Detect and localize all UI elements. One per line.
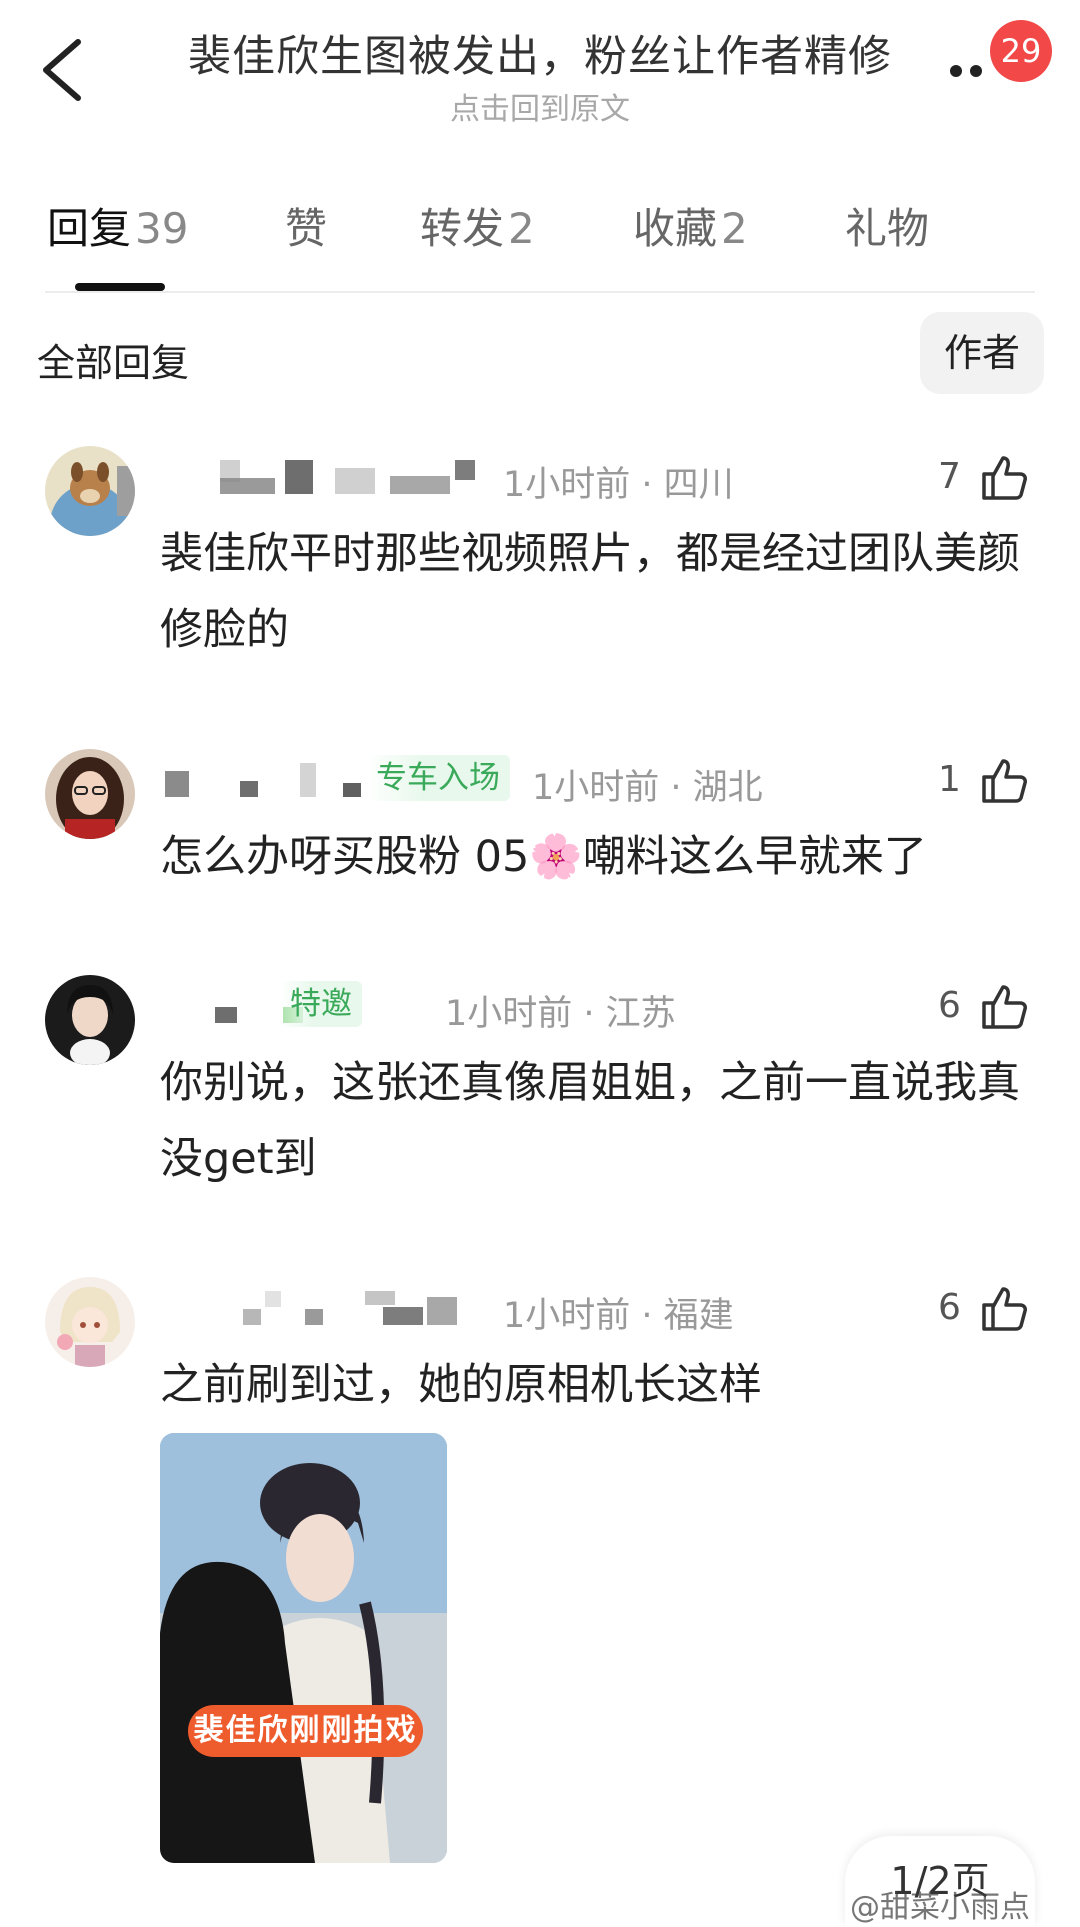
tab-count: 2 [721,204,748,253]
back-to-original-link[interactable]: 点击回到原文 [150,84,930,128]
page-title[interactable]: 裴佳欣生图被发出，粉丝让作者精修 [150,22,930,84]
like-count: 6 [938,1287,961,1328]
back-arrow-icon[interactable] [30,30,100,110]
thumbs-up-icon[interactable] [978,1283,1030,1335]
comment-location: 四川 [663,465,734,505]
like-count: 1 [938,759,961,800]
like-count: 6 [938,985,961,1026]
tab-label: 回复 [47,204,132,253]
tab-gifts[interactable]: 礼物 [845,195,929,256]
tab-replies[interactable]: 回复39 [47,195,188,256]
comment-text: 你别说，这张还真像眉姐姐，之前一直说我真没get到 [160,1058,1020,1184]
avatar[interactable] [45,975,135,1065]
watermark: @甜菜小雨点 [850,1890,1030,1925]
all-replies-label: 全部回复 [37,341,190,385]
tab-reposts[interactable]: 转发2 [420,195,535,256]
comment-text: 裴佳欣平时那些视频照片，都是经过团队美颜修脸的 [160,529,1020,655]
tab-label: 转发 [420,204,505,253]
comment-meta: 1小时前 · 江苏 [445,994,676,1034]
active-tab-indicator [75,283,165,291]
tab-count: 2 [508,204,535,253]
avatar[interactable] [45,446,135,536]
user-tag: 专车入场 [366,755,510,801]
header: 裴佳欣生图被发出，粉丝让作者精修 点击回到原文 29 [0,0,1080,150]
user-tag: 特邀 [280,981,362,1027]
comment-meta: 1小时前 · 福建 [503,1296,734,1336]
thumbs-up-icon[interactable] [978,981,1030,1033]
comment-location: 福建 [663,1296,734,1336]
comment-time: 1小时前 [503,1296,631,1336]
photo-caption: 裴佳欣刚刚拍戏 [188,1705,423,1757]
comment-time: 1小时前 [532,768,660,808]
comment-time: 1小时前 [503,465,631,505]
tab-label: 礼物 [845,204,930,253]
tab-favorites[interactable]: 收藏2 [633,195,748,256]
tab-label: 赞 [285,204,328,253]
comment-text: 之前刷到过，她的原相机长这样 [160,1360,762,1410]
author-filter-button[interactable]: 作者 [920,312,1044,394]
comment-location: 江苏 [605,994,676,1034]
username-blurred[interactable] [165,763,395,803]
tab-likes[interactable]: 赞 [285,195,327,256]
notification-badge[interactable]: 29 [990,20,1052,82]
divider [45,291,1035,293]
comment-meta: 1小时前 · 湖北 [532,768,763,808]
comment-time: 1小时前 [445,994,573,1034]
avatar[interactable] [45,1277,135,1367]
comment-location: 湖北 [692,768,763,808]
avatar[interactable] [45,749,135,839]
like-count: 7 [938,456,961,497]
tab-count: 39 [135,204,189,253]
comment-text: 怎么办呀买股粉 05🌸嘲料这么早就来了 [160,832,927,882]
comment-photo[interactable]: 裴佳欣刚刚拍戏 [160,1433,447,1863]
thumbs-up-icon[interactable] [978,452,1030,504]
tab-label: 收藏 [633,204,718,253]
comment-meta: 1小时前 · 四川 [503,465,734,505]
tab-bar: 回复39 赞 转发2 收藏2 礼物 [0,195,1080,295]
username-blurred[interactable] [165,460,485,500]
thumbs-up-icon[interactable] [978,755,1030,807]
username-blurred[interactable] [165,1291,485,1331]
